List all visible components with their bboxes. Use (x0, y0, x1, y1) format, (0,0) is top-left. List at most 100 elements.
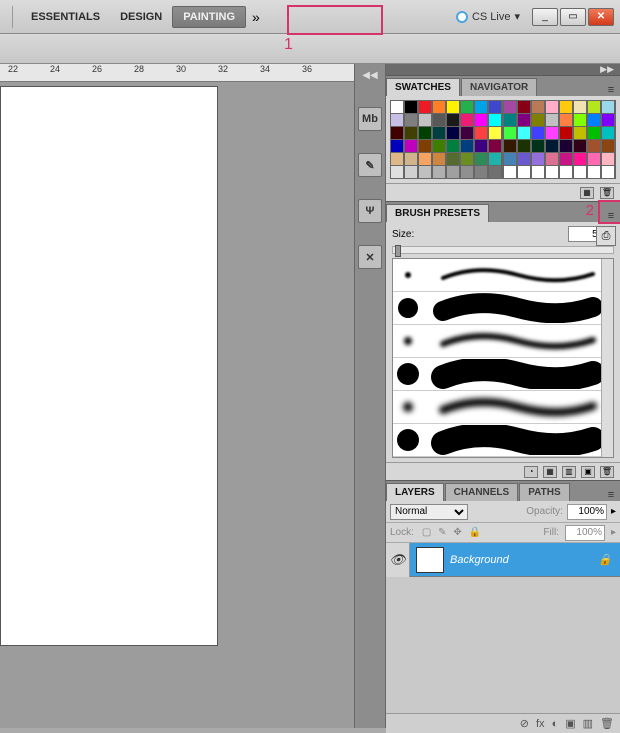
swatch[interactable] (489, 153, 501, 165)
swatch[interactable] (560, 114, 572, 126)
swatch[interactable] (391, 114, 403, 126)
visibility-eye-icon[interactable]: 👁 (386, 543, 410, 577)
swatch[interactable] (489, 114, 501, 126)
swatch[interactable] (419, 127, 431, 139)
swatch[interactable] (405, 153, 417, 165)
swatch[interactable] (588, 114, 600, 126)
swatch[interactable] (518, 140, 530, 152)
swatch[interactable] (433, 114, 445, 126)
swatch[interactable] (560, 140, 572, 152)
swatch[interactable] (574, 153, 586, 165)
layers-footer-icon[interactable]: 🗑 (600, 717, 614, 730)
swatch[interactable] (504, 140, 516, 152)
swatch[interactable] (560, 127, 572, 139)
swatch[interactable] (504, 127, 516, 139)
maximize-button[interactable]: ▭ (560, 8, 586, 26)
swatch[interactable] (447, 166, 459, 178)
swatch[interactable] (560, 153, 572, 165)
brush-preset-item[interactable] (393, 424, 613, 457)
brush-size-slider[interactable] (392, 246, 614, 254)
swatch[interactable] (546, 114, 558, 126)
lock-pixels-icon[interactable]: ✎ (438, 527, 446, 538)
tab-swatches[interactable]: SWATCHES (386, 78, 460, 96)
brush-panel-icon[interactable]: ✎ (358, 153, 382, 177)
layers-menu-icon[interactable]: ≡ (602, 489, 620, 501)
clone-source-icon[interactable]: Ψ (358, 199, 382, 223)
brush-footer-icon[interactable]: ▦ (543, 466, 557, 478)
swatch[interactable] (433, 127, 445, 139)
lock-all-icon[interactable]: 🔒 (468, 527, 480, 538)
swatch[interactable] (518, 127, 530, 139)
lock-transparent-icon[interactable]: ▢ (422, 527, 431, 538)
lock-position-icon[interactable]: ✥ (453, 527, 461, 538)
swatch[interactable] (588, 101, 600, 113)
swatch[interactable] (419, 166, 431, 178)
swatch[interactable] (532, 140, 544, 152)
swatch[interactable] (602, 153, 614, 165)
swatch[interactable] (546, 140, 558, 152)
cs-live-button[interactable]: CS Live ▾ (456, 10, 520, 23)
swatch[interactable] (518, 166, 530, 178)
swatch[interactable] (475, 101, 487, 113)
swatch[interactable] (574, 127, 586, 139)
fill-input[interactable]: 100% (565, 525, 605, 541)
swatch[interactable] (391, 140, 403, 152)
workspace-more-icon[interactable]: » (246, 9, 266, 25)
swatch[interactable] (504, 114, 516, 126)
swatch[interactable] (532, 114, 544, 126)
swatch[interactable] (447, 153, 459, 165)
swatch[interactable] (489, 101, 501, 113)
tool-presets-icon[interactable]: ✕ (358, 245, 382, 269)
mini-bridge-icon[interactable]: Mb (358, 107, 382, 131)
swatch[interactable] (447, 114, 459, 126)
swatch[interactable] (447, 127, 459, 139)
fill-flyout-icon[interactable]: ▸ (611, 527, 616, 538)
panels-collapse-icon[interactable]: ▶▶ (386, 64, 620, 75)
swatch[interactable] (419, 153, 431, 165)
swatch[interactable] (602, 114, 614, 126)
tab-channels[interactable]: CHANNELS (445, 483, 519, 501)
brush-preset-item[interactable] (393, 358, 613, 391)
swatch[interactable] (489, 166, 501, 178)
swatch[interactable] (532, 153, 544, 165)
swatch[interactable] (532, 166, 544, 178)
opacity-flyout-icon[interactable]: ▸ (611, 506, 616, 517)
swatch[interactable] (419, 101, 431, 113)
document-canvas[interactable] (0, 86, 218, 646)
swatch[interactable] (433, 140, 445, 152)
swatch[interactable] (602, 166, 614, 178)
swatch[interactable] (461, 114, 473, 126)
swatch[interactable] (504, 101, 516, 113)
dock-expand-icon[interactable]: ◀◀ (362, 70, 377, 81)
swatch[interactable] (546, 101, 558, 113)
delete-swatch-icon[interactable]: 🗑 (600, 187, 614, 199)
workspace-tab-essentials[interactable]: ESSENTIALS (21, 7, 110, 27)
workspace-tab-design[interactable]: DESIGN (110, 7, 172, 27)
swatch[interactable] (405, 114, 417, 126)
brush-preset-item[interactable] (393, 259, 613, 292)
swatch[interactable] (419, 114, 431, 126)
swatch[interactable] (391, 166, 403, 178)
brush-footer-icon[interactable]: ◔ (524, 466, 538, 478)
swatch[interactable] (405, 166, 417, 178)
brush-preset-item[interactable] (393, 325, 613, 358)
swatch[interactable] (461, 140, 473, 152)
swatch[interactable] (560, 166, 572, 178)
swatch[interactable] (419, 140, 431, 152)
swatch[interactable] (504, 166, 516, 178)
swatch[interactable] (588, 153, 600, 165)
swatch[interactable] (433, 166, 445, 178)
swatch[interactable] (447, 140, 459, 152)
swatch[interactable] (602, 101, 614, 113)
workspace-tab-painting[interactable]: PAINTING (172, 6, 246, 28)
layer-thumbnail[interactable] (416, 547, 444, 573)
swatch[interactable] (532, 127, 544, 139)
brush-panel-toggle-icon[interactable]: ⎙ (596, 226, 616, 246)
swatch[interactable] (391, 127, 403, 139)
swatch[interactable] (475, 114, 487, 126)
swatch[interactable] (546, 127, 558, 139)
swatch[interactable] (433, 153, 445, 165)
swatch[interactable] (489, 140, 501, 152)
swatches-menu-icon[interactable]: ≡ (602, 84, 620, 96)
brush-preset-item[interactable] (393, 391, 613, 424)
